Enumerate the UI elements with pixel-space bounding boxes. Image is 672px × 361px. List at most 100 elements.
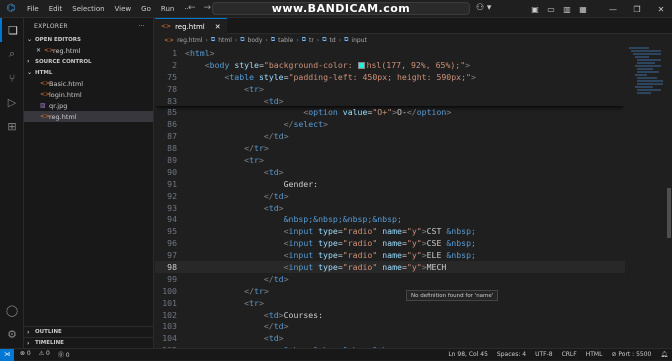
line-number: 88: [155, 143, 185, 153]
errors-status[interactable]: ⊗ 0: [20, 350, 31, 359]
hover-tooltip: No definition found for 'name': [406, 290, 498, 301]
source-control-section[interactable]: › SOURCE CONTROL: [24, 56, 153, 67]
code-token: table: [229, 72, 254, 82]
chevron-right-icon: ›: [27, 329, 35, 336]
close-icon[interactable]: ✕: [36, 47, 44, 54]
info-status[interactable]: ⓪ 0: [58, 350, 70, 359]
code-token: name: [382, 226, 402, 236]
breadcrumb-item[interactable]: html: [218, 37, 232, 44]
line-number: 104: [155, 333, 185, 343]
timeline-label: TIMELINE: [35, 340, 64, 346]
breadcrumb-item[interactable]: input: [351, 37, 366, 44]
code-token: input: [289, 250, 314, 260]
extensions-icon[interactable]: ⊞: [0, 114, 24, 138]
chevron-right-icon: ›: [265, 37, 267, 44]
menu-edit[interactable]: Edit: [44, 5, 68, 13]
status-bar: ⋊ ⊗ 0 ⚠ 0 ⓪ 0 Ln 98, Col 45 Spaces: 4 UT…: [0, 348, 672, 360]
command-center-search[interactable]: www.BANDICAM.com: [212, 2, 470, 15]
restore-icon[interactable]: ❐: [626, 5, 648, 14]
folder-html-section[interactable]: ⌄ HTML: [24, 67, 153, 78]
line-number: 87: [155, 131, 185, 141]
cursor-position[interactable]: Ln 98, Col 45: [448, 351, 488, 358]
minimap-line: [635, 56, 649, 58]
code-line: 88 </tr>: [155, 142, 625, 154]
line-number: 2: [155, 60, 185, 70]
code-line: 96 <input type="radio" name="y">CSE &nbs…: [155, 237, 625, 249]
open-editor-item[interactable]: ✕ <> reg.html: [24, 45, 153, 56]
menu-view[interactable]: View: [110, 5, 137, 13]
breadcrumb-item[interactable]: body: [248, 37, 263, 44]
code-token: tr: [249, 84, 259, 94]
code-token: "radio": [343, 226, 378, 236]
code-token: td: [274, 191, 284, 201]
line-number: 90: [155, 167, 185, 177]
line-number: 89: [155, 155, 185, 165]
code-token: type: [318, 226, 338, 236]
menu-go[interactable]: Go: [136, 5, 156, 13]
chevron-right-icon: ›: [235, 37, 237, 44]
explorer-title: EXPLORER: [34, 23, 68, 30]
line-number: 98: [155, 262, 185, 272]
forward-arrow-icon[interactable]: →: [204, 3, 212, 13]
code-token: "radio": [343, 262, 378, 272]
code-line: 102 <td>Courses:: [155, 309, 625, 321]
minimap-line: [637, 59, 661, 61]
open-editor-label: reg.html: [53, 47, 81, 55]
line-number: 101: [155, 298, 185, 308]
file-item-qr[interactable]: ▨ qr.jpg: [24, 100, 153, 111]
indentation[interactable]: Spaces: 4: [497, 351, 526, 358]
breadcrumb-item[interactable]: td: [330, 37, 336, 44]
breadcrumb-item[interactable]: tr: [309, 37, 314, 44]
code-line: 103 </td>: [155, 320, 625, 332]
color-swatch-icon[interactable]: [358, 62, 365, 69]
explorer-more-button[interactable]: ···: [138, 23, 145, 30]
file-label: reg.html: [49, 113, 77, 121]
timeline-section[interactable]: › TIMELINE: [24, 337, 154, 348]
code-token: td: [269, 333, 279, 343]
source-control-icon[interactable]: ⑂: [0, 66, 24, 90]
gear-icon[interactable]: ⚙: [0, 322, 24, 346]
file-item-login[interactable]: <> login.html: [24, 89, 153, 100]
account-icon[interactable]: ◯: [0, 298, 24, 322]
menu-selection[interactable]: Selection: [67, 5, 109, 13]
close-window-icon[interactable]: ✕: [650, 5, 672, 14]
back-arrow-icon[interactable]: ←: [188, 3, 196, 13]
close-icon[interactable]: ✕: [215, 23, 221, 31]
warnings-status[interactable]: ⚠ 0: [39, 350, 50, 359]
toggle-panel-icon[interactable]: ▭: [544, 5, 558, 14]
remote-icon[interactable]: ⋊: [0, 349, 14, 361]
search-icon[interactable]: ⌕: [0, 42, 24, 66]
customize-layout-icon[interactable]: ▦: [576, 5, 590, 14]
minimize-icon[interactable]: —: [602, 5, 624, 14]
menu-run[interactable]: Run: [156, 5, 179, 13]
code-token: td: [269, 310, 279, 320]
copilot-icon[interactable]: ⚇ ▾: [476, 3, 491, 13]
bell-icon[interactable]: 🔔︎: [660, 351, 668, 358]
outline-section[interactable]: › OUTLINE: [24, 326, 154, 337]
toggle-secondary-sidebar-icon[interactable]: ▥: [560, 5, 574, 14]
breadcrumb-item[interactable]: reg.html: [177, 37, 202, 44]
menu-bar: File Edit Selection View Go Run ···: [22, 5, 196, 13]
breadcrumb-item[interactable]: table: [278, 37, 293, 44]
code-editor[interactable]: 1 <html> 2 <body style="background-color…: [155, 47, 625, 348]
file-item-basic[interactable]: <> Basic.html: [24, 78, 153, 89]
explorer-icon[interactable]: ❏: [0, 18, 24, 42]
tab-reg-html[interactable]: <> reg.html ✕: [155, 18, 227, 34]
live-server-port[interactable]: ⊘ Port : 5500: [611, 351, 651, 358]
image-file-icon: ▨: [40, 102, 49, 109]
language-mode[interactable]: HTML: [586, 351, 603, 358]
run-debug-icon[interactable]: ▷: [0, 90, 24, 114]
file-item-reg[interactable]: <> reg.html: [24, 111, 153, 122]
menu-file[interactable]: File: [22, 5, 44, 13]
status-left: ⊗ 0 ⚠ 0 ⓪ 0: [20, 350, 70, 359]
line-number: 94: [155, 214, 185, 224]
minimap[interactable]: [625, 47, 665, 247]
code-line: 1 <html>: [155, 47, 625, 59]
end-of-line[interactable]: CRLF: [562, 351, 577, 358]
open-editors-section[interactable]: ⌄ OPEN EDITORS: [24, 34, 153, 45]
code-line: 90 <td>: [155, 166, 625, 178]
encoding[interactable]: UTF-8: [535, 351, 553, 358]
code-token: &nbsp;: [446, 238, 476, 248]
toggle-primary-sidebar-icon[interactable]: ▣: [528, 5, 542, 14]
scrollbar-thumb[interactable]: [667, 188, 671, 238]
